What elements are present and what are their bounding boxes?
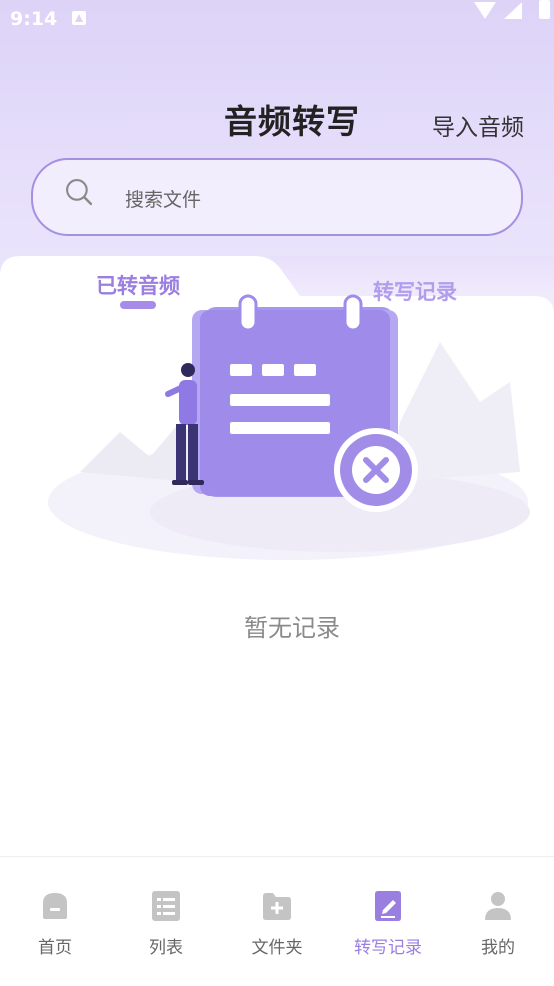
status-time: 9:14 — [10, 8, 58, 30]
empty-state-text: 暂无记录 — [244, 614, 340, 642]
import-audio-button[interactable]: 导入音频 — [432, 108, 524, 142]
nav-label-mine: 我的 — [481, 938, 515, 958]
nav-label-list: 列表 — [149, 938, 183, 958]
nav-item-list[interactable]: 列表 — [121, 889, 211, 958]
accessibility-notification-icon — [72, 11, 86, 25]
nav-label-transcription-records: 转写记录 — [354, 938, 422, 958]
nav-item-transcription-records[interactable]: 转写记录 — [343, 889, 433, 958]
wifi-icon — [474, 2, 496, 19]
nav-label-folder: 文件夹 — [251, 938, 303, 958]
home-icon — [43, 893, 67, 919]
search-placeholder: 搜索文件 — [125, 189, 202, 211]
status-bar: 9:14 — [0, 0, 554, 38]
nav-item-home[interactable]: 首页 — [10, 889, 100, 958]
battery-icon — [539, 0, 550, 19]
nav-item-folder[interactable]: 文件夹 — [232, 889, 322, 958]
edit-document-icon — [375, 891, 401, 921]
nav-item-mine[interactable]: 我的 — [453, 889, 543, 958]
search-input[interactable]: 搜索文件 — [31, 158, 523, 236]
bottom-navigation: 首页 列表 文件夹 转写记录 我的 — [0, 856, 554, 986]
nav-label-home: 首页 — [38, 938, 72, 958]
list-icon — [152, 891, 180, 921]
user-icon — [485, 892, 511, 920]
cell-signal-icon — [504, 2, 522, 19]
empty-state-illustration — [48, 294, 530, 560]
search-icon — [66, 179, 93, 206]
folder-add-icon — [263, 893, 291, 920]
